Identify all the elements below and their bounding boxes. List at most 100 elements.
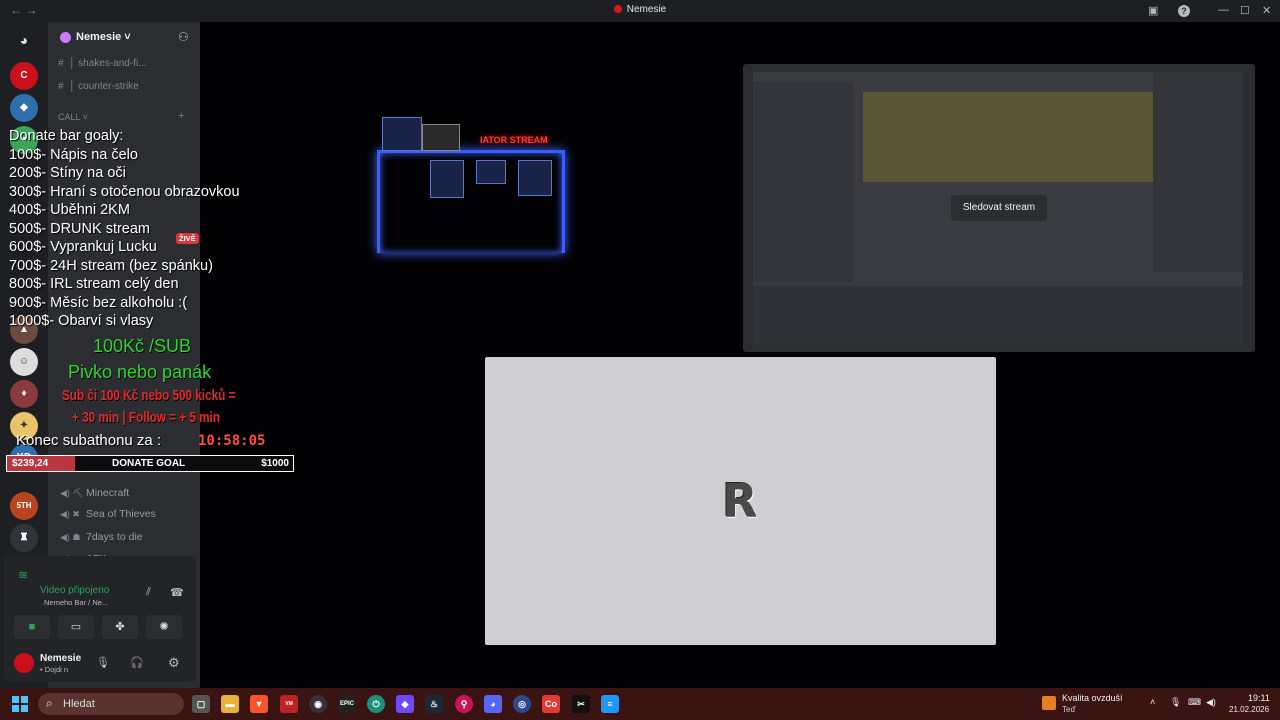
call-category[interactable]: CALL ˅ (58, 112, 88, 122)
notes-icon[interactable]: ≡ (601, 695, 619, 713)
user-panel: ≋ Video připojeno Nemeho Bar / Ne... ⫽ ☎… (4, 556, 196, 682)
streamlabs-icon[interactable]: Co (542, 695, 560, 713)
wall-poster (430, 160, 464, 198)
disconnect-icon[interactable]: ☎ (170, 586, 184, 599)
countdown-label: Konec subathonu za : (16, 432, 162, 449)
close-icon[interactable]: ✕ (1262, 4, 1271, 17)
goal-item: 400$- Uběhni 2KM (9, 202, 130, 218)
voice-channel-label: 7days to die (86, 531, 143, 543)
taskbar-search[interactable]: ⌕ Hledat (38, 693, 184, 715)
maps-pin-icon[interactable]: ⚲ (455, 695, 473, 713)
speaker-icon: ◀) ☗ (60, 532, 81, 542)
server-nemesie-icon[interactable]: C (10, 62, 38, 90)
preview-block (753, 286, 1243, 344)
task-view-icon[interactable]: ▢ (192, 695, 210, 713)
clock-time[interactable]: 19:11 (1248, 693, 1270, 703)
guild-name[interactable]: Nemesie ˅ (76, 31, 131, 43)
voice-channel-sea-of-thieves[interactable]: ◀) ✖ Sea of Thieves (60, 508, 156, 520)
help-icon[interactable]: ? (1178, 5, 1190, 17)
text-channel[interactable]: # │ shakes-and-fi... (58, 58, 147, 69)
settings-gear-icon[interactable]: ⚙ (168, 655, 180, 671)
volume-icon[interactable]: ◀) (1206, 697, 1216, 708)
connection-status[interactable]: Video připojeno (40, 585, 109, 596)
soundboard-button[interactable]: ✺ (146, 615, 182, 639)
r-logo-icon: R (722, 474, 758, 528)
noise-suppression-icon[interactable]: ⫽ (146, 586, 151, 599)
server-icon[interactable]: 5TH (10, 492, 38, 520)
wall-poster (422, 124, 460, 151)
server-icon[interactable]: ☺ (10, 348, 38, 376)
voice-channel-7days[interactable]: ◀) ☗ 7days to die (60, 531, 143, 543)
goal-title: Donate bar goaly: (9, 128, 124, 144)
goal-item: 600$- Vyprankuj Lucku (9, 239, 157, 255)
server-icon[interactable]: ♜ (10, 524, 38, 552)
camera-button[interactable]: ■ (14, 615, 50, 639)
goal-item: 200$- Stíny na oči (9, 165, 126, 181)
clock-date[interactable]: 21.02.2026 (1229, 705, 1269, 714)
maximize-icon[interactable]: ☐ (1240, 4, 1250, 17)
discord-icon[interactable]: ◕ (484, 695, 502, 713)
pivko-text: Pivko nebo panák (68, 362, 212, 382)
server-icon[interactable]: ◆ (10, 94, 38, 122)
headphones-icon[interactable]: 🎧 (130, 656, 144, 669)
connection-channel[interactable]: Nemeho Bar / Ne... (44, 598, 108, 607)
goal-item: 900$- Měsíc bez alkoholu :( (9, 295, 188, 311)
tray-chevron-icon[interactable]: ˄ (1150, 697, 1155, 707)
power-icon[interactable]: ⏻ (367, 695, 385, 713)
goal-item: 700$- 24H stream (bez spánku) (9, 258, 213, 274)
category-label: CALL ˅ (58, 112, 88, 122)
search-placeholder: Hledat (63, 698, 95, 710)
countdown-timer: 10:58:05 (198, 433, 266, 449)
username[interactable]: Nemesie (40, 653, 81, 664)
microphone-tray-icon[interactable]: 🎙 (1170, 697, 1181, 708)
watch-stream-button[interactable]: Sledovat stream (951, 195, 1047, 221)
inbox-icon[interactable]: ▣ (1148, 4, 1158, 17)
create-channel-icon[interactable]: + (178, 110, 184, 122)
add-member-icon[interactable]: ⚇ (178, 30, 189, 44)
guild-boost-icon (60, 32, 71, 43)
weather-sub: Teď (1062, 705, 1076, 714)
obs-icon[interactable]: ◉ (309, 695, 327, 713)
discord-home-icon[interactable]: ◕ (10, 26, 38, 54)
activities-button[interactable]: ✤ (102, 615, 138, 639)
air-quality-icon[interactable] (1042, 696, 1056, 710)
browser-icon[interactable]: ◎ (513, 695, 531, 713)
weather-title[interactable]: Kvalita ovzduší (1062, 693, 1123, 703)
voice-channel-label: Sea of Thieves (86, 508, 156, 520)
network-icon[interactable]: ⌨ (1188, 697, 1201, 708)
voice-channel-minecraft[interactable]: ◀) ⛏ Minecraft (60, 487, 129, 499)
goal-item: 1000$- Obarví si vlasy (9, 313, 154, 329)
steam-icon[interactable]: ♨ (425, 695, 443, 713)
donate-goal-bar: $239,24 DONATE GOAL $1000 (6, 455, 294, 472)
sub-price: 100Kč /SUB (93, 336, 192, 356)
live-badge: ŽIVĚ (176, 233, 199, 244)
neon-sign: IATOR STREAM (480, 135, 548, 145)
wall-poster (476, 160, 506, 184)
microphone-icon[interactable]: 🎙 (96, 656, 110, 669)
minimize-icon[interactable]: — (1218, 4, 1229, 16)
speaker-icon: ◀) ✖ (60, 509, 80, 519)
donate-amount: $239,24 (12, 458, 49, 469)
speaker-icon: ◀) ⛏ (60, 488, 84, 498)
windows-taskbar: ⌕ Hledat ▢ ▬ ▼ VM ◉ EPIC ⏻ ◆ ♨ ⚲ ◕ ◎ Co … (0, 688, 1280, 720)
windows-start-icon[interactable] (12, 696, 28, 712)
goal-item: 300$- Hraní s otočenou obrazovkou (9, 184, 240, 200)
file-explorer-icon[interactable]: ▬ (221, 695, 239, 713)
goal-item: 800$- IRL stream celý den (9, 276, 179, 292)
search-icon: ⌕ (46, 696, 53, 710)
text-channel-label: shakes-and-fi... (78, 58, 147, 69)
text-channel[interactable]: # │ counter-strike (58, 81, 139, 92)
voicemeeter-icon[interactable]: VM (280, 695, 298, 713)
text-channel-label: counter-strike (78, 81, 139, 92)
goal-item: 500$- DRUNK stream (9, 221, 151, 237)
user-status: • Dojdi n (40, 665, 69, 674)
screen-share-button[interactable]: ▭ (58, 615, 94, 639)
proton-vpn-icon[interactable]: ◆ (396, 695, 414, 713)
guild-header[interactable]: Nemesie ˅ ⚇ (48, 22, 200, 54)
server-icon[interactable]: ♦ (10, 380, 38, 408)
wall-poster (382, 117, 422, 151)
avatar[interactable] (14, 653, 34, 673)
capcut-icon[interactable]: ✂ (572, 695, 590, 713)
brave-browser-icon[interactable]: ▼ (250, 695, 268, 713)
epic-games-icon[interactable]: EPIC (338, 695, 356, 713)
